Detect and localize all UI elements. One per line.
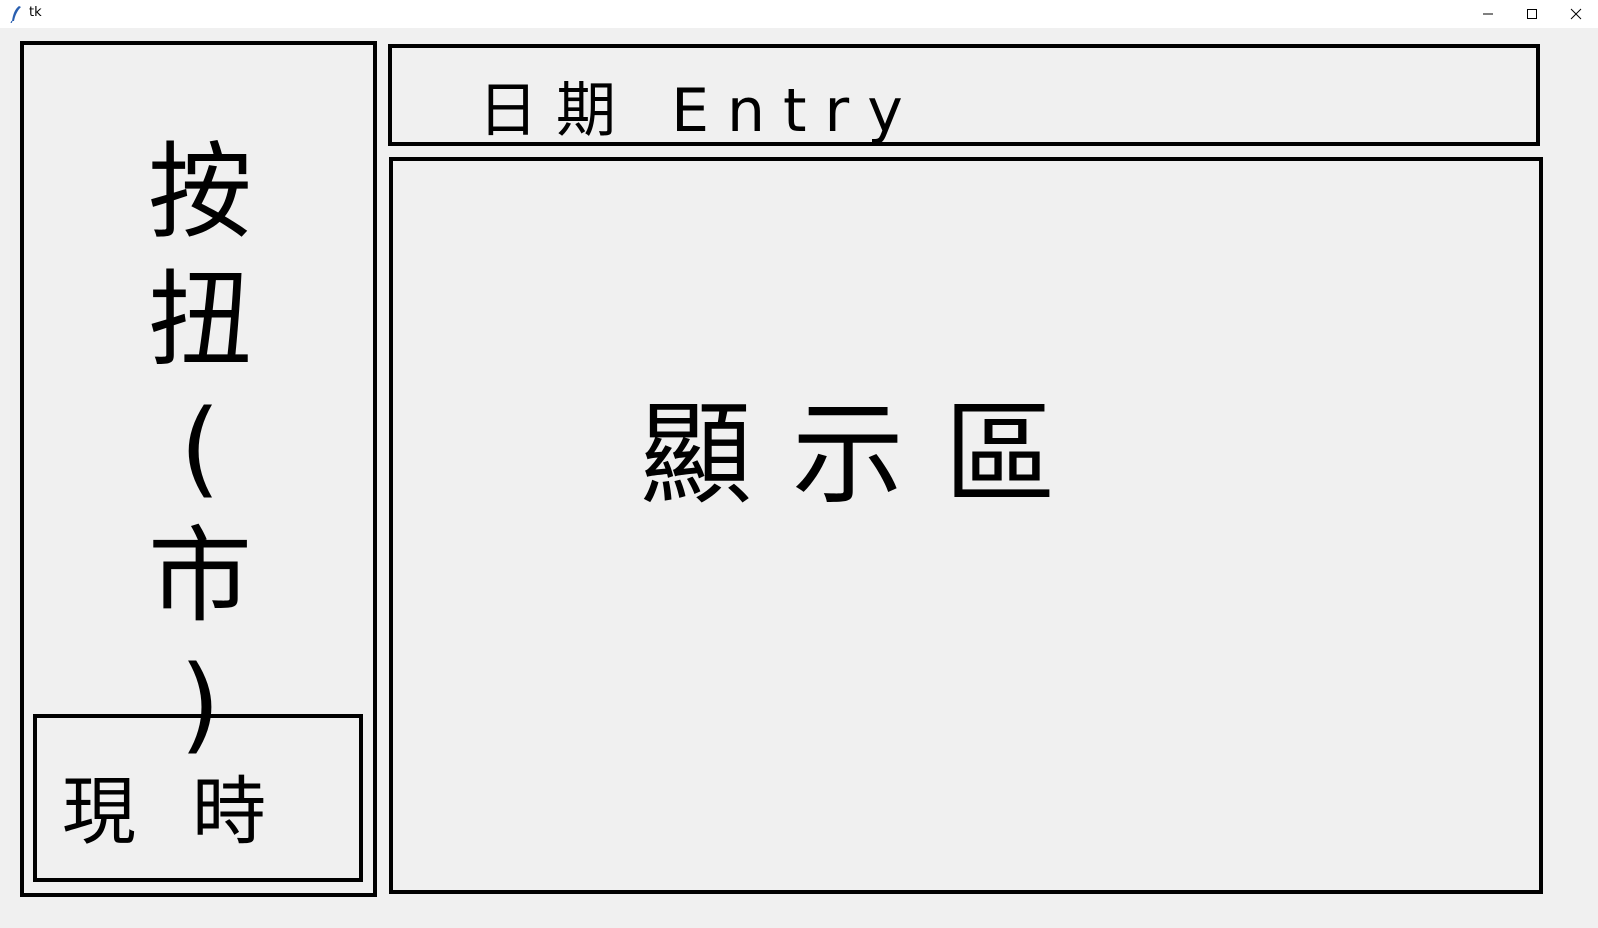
buttons-area-line: ( <box>179 387 221 509</box>
maximize-icon <box>1527 9 1537 19</box>
close-button[interactable] <box>1554 0 1598 28</box>
buttons-area-line: 按 <box>147 131 252 253</box>
close-icon <box>1570 8 1582 20</box>
date-entry-label: 日期 Entry <box>478 76 921 146</box>
buttons-area-line: 扭 <box>147 259 252 381</box>
title-bar[interactable]: tk <box>0 0 1598 28</box>
display-area-label: 顯示區 <box>640 390 1096 520</box>
now-button-label: 現時 <box>62 769 322 855</box>
buttons-area-line: 市 <box>147 515 252 637</box>
buttons-area-label: 按 扭 ( 市 ) <box>100 128 300 768</box>
maximize-button[interactable] <box>1510 0 1554 28</box>
app-window: tk 按 扭 ( 市 ) 現時 日期 Entry 顯示區 <box>0 0 1598 928</box>
minimize-button[interactable] <box>1466 0 1510 28</box>
window-title: tk <box>29 5 42 20</box>
tk-feather-icon <box>10 6 21 23</box>
minimize-icon <box>1483 13 1493 15</box>
